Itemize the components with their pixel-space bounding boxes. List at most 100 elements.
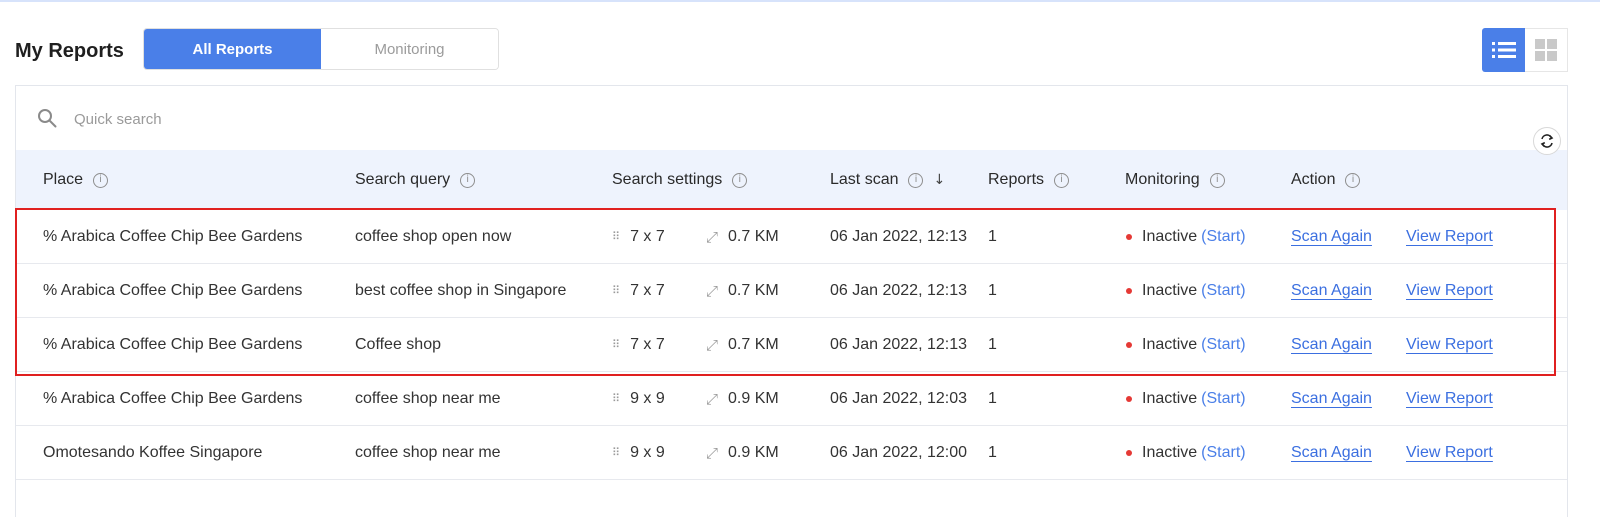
info-icon[interactable]: i: [732, 172, 748, 188]
start-monitoring-link[interactable]: (Start): [1201, 390, 1245, 408]
search-icon: [38, 109, 57, 128]
cell-search-query: Coffee shop: [355, 335, 441, 353]
info-icon[interactable]: i: [1345, 172, 1361, 188]
scan-again-link[interactable]: Scan Again: [1291, 390, 1372, 408]
column-label: Monitoring: [1125, 171, 1200, 188]
page-title: My Reports: [15, 40, 124, 62]
column-header-search-query[interactable]: Search query i: [355, 150, 476, 210]
cell-reports: 1: [988, 227, 997, 245]
start-monitoring-link[interactable]: (Start): [1201, 336, 1245, 354]
status-dot: [1126, 233, 1132, 240]
list-view-icon: [1491, 42, 1516, 58]
cell-scan-again: Scan Again: [1291, 372, 1372, 425]
cell-search-query: coffee shop open now: [355, 227, 512, 245]
grid-view-icon: [1535, 39, 1557, 61]
column-label: Search settings: [612, 171, 723, 188]
start-monitoring-link[interactable]: (Start): [1201, 282, 1245, 300]
status-text: Inactive: [1142, 281, 1198, 299]
grid-size-value: 7 x 7: [630, 281, 665, 299]
cell-search-query: coffee shop near me: [355, 443, 501, 461]
cell-last-scan: 06 Jan 2022, 12:03: [830, 389, 968, 407]
info-icon[interactable]: i: [908, 172, 924, 188]
cell-view-report: View Report: [1406, 210, 1493, 263]
table-row[interactable]: % Arabica Coffee Chip Bee Gardens Coffee…: [16, 318, 1567, 372]
status-text: Inactive: [1142, 227, 1198, 245]
view-report-link[interactable]: View Report: [1406, 282, 1493, 300]
grid-size-value: 9 x 9: [630, 443, 665, 461]
refresh-button[interactable]: [1533, 127, 1561, 155]
start-monitoring-link[interactable]: (Start): [1201, 444, 1245, 462]
cell-view-report: View Report: [1406, 318, 1493, 371]
sort-descending-icon[interactable]: ↓: [933, 172, 945, 188]
scan-again-link[interactable]: Scan Again: [1291, 282, 1372, 300]
column-header-last-scan[interactable]: Last scan i ↓: [830, 150, 945, 210]
view-report-link[interactable]: View Report: [1406, 336, 1493, 354]
info-icon[interactable]: i: [460, 172, 476, 188]
cell-radius: ⤢ 0.7 KM: [706, 210, 779, 263]
status-text: Inactive: [1142, 443, 1198, 461]
cell-view-report: View Report: [1406, 264, 1493, 317]
column-label: Last scan: [830, 171, 899, 188]
cell-view-report: View Report: [1406, 372, 1493, 425]
radius-value: 0.7 KM: [728, 281, 779, 299]
cell-radius: ⤢ 0.9 KM: [706, 426, 779, 479]
reports-card: Place i Search query i Search settings i…: [15, 85, 1568, 517]
scan-again-link[interactable]: Scan Again: [1291, 336, 1372, 354]
grid-view-button[interactable]: [1525, 28, 1568, 72]
cell-reports: 1: [988, 389, 997, 407]
cell-search-query: best coffee shop in Singapore: [355, 281, 567, 299]
table-row[interactable]: % Arabica Coffee Chip Bee Gardens coffee…: [16, 372, 1567, 426]
list-view-button[interactable]: [1482, 28, 1525, 72]
radius-icon: ⤢: [706, 443, 719, 462]
column-header-action[interactable]: Action i: [1291, 150, 1361, 210]
column-header-reports[interactable]: Reports i: [988, 150, 1070, 210]
cell-last-scan: 06 Jan 2022, 12:13: [830, 227, 968, 245]
grid-size-value: 9 x 9: [630, 389, 665, 407]
cell-scan-again: Scan Again: [1291, 264, 1372, 317]
status-dot: [1126, 341, 1132, 348]
view-report-link[interactable]: View Report: [1406, 390, 1493, 408]
view-toggle: [1482, 28, 1568, 72]
cell-radius: ⤢ 0.7 KM: [706, 318, 779, 371]
column-header-monitoring[interactable]: Monitoring i: [1125, 150, 1225, 210]
tab-all-reports[interactable]: All Reports: [144, 29, 321, 69]
column-header-place[interactable]: Place i: [43, 150, 109, 210]
status-dot: [1126, 287, 1132, 294]
view-report-link[interactable]: View Report: [1406, 444, 1493, 462]
grid-size-value: 7 x 7: [630, 335, 665, 353]
cell-scan-again: Scan Again: [1291, 318, 1372, 371]
cell-last-scan: 06 Jan 2022, 12:00: [830, 443, 968, 461]
cell-radius: ⤢ 0.7 KM: [706, 264, 779, 317]
cell-grid-size: ⠿ 7 x 7: [612, 318, 665, 371]
radius-icon: ⤢: [706, 281, 719, 300]
table-row[interactable]: Omotesando Koffee Singapore coffee shop …: [16, 426, 1567, 480]
info-icon[interactable]: i: [1054, 172, 1070, 188]
info-icon[interactable]: i: [1209, 172, 1225, 188]
search-input[interactable]: [74, 106, 574, 132]
cell-grid-size: ⠿ 7 x 7: [612, 210, 665, 263]
radius-value: 0.7 KM: [728, 335, 779, 353]
tab-monitoring[interactable]: Monitoring: [321, 29, 498, 69]
info-icon[interactable]: i: [93, 172, 109, 188]
cell-monitoring: Inactive (Start): [1126, 318, 1246, 371]
grid-size-icon: ⠿: [612, 284, 621, 297]
grid-size-icon: ⠿: [612, 230, 621, 243]
search-bar: [16, 86, 1567, 150]
cell-place: % Arabica Coffee Chip Bee Gardens: [43, 389, 303, 407]
radius-value: 0.9 KM: [728, 389, 779, 407]
cell-grid-size: ⠿ 7 x 7: [612, 264, 665, 317]
column-header-search-settings[interactable]: Search settings i: [612, 150, 748, 210]
cell-view-report: View Report: [1406, 426, 1493, 479]
cell-monitoring: Inactive (Start): [1126, 264, 1246, 317]
cell-radius: ⤢ 0.9 KM: [706, 372, 779, 425]
view-report-link[interactable]: View Report: [1406, 228, 1493, 246]
scan-again-link[interactable]: Scan Again: [1291, 228, 1372, 246]
status-text: Inactive: [1142, 335, 1198, 353]
table-row[interactable]: % Arabica Coffee Chip Bee Gardens coffee…: [16, 210, 1567, 264]
scan-again-link[interactable]: Scan Again: [1291, 444, 1372, 462]
refresh-icon: [1540, 134, 1554, 148]
table-row[interactable]: % Arabica Coffee Chip Bee Gardens best c…: [16, 264, 1567, 318]
report-tabs: All Reports Monitoring: [143, 28, 499, 70]
start-monitoring-link[interactable]: (Start): [1201, 228, 1245, 246]
cell-last-scan: 06 Jan 2022, 12:13: [830, 281, 968, 299]
